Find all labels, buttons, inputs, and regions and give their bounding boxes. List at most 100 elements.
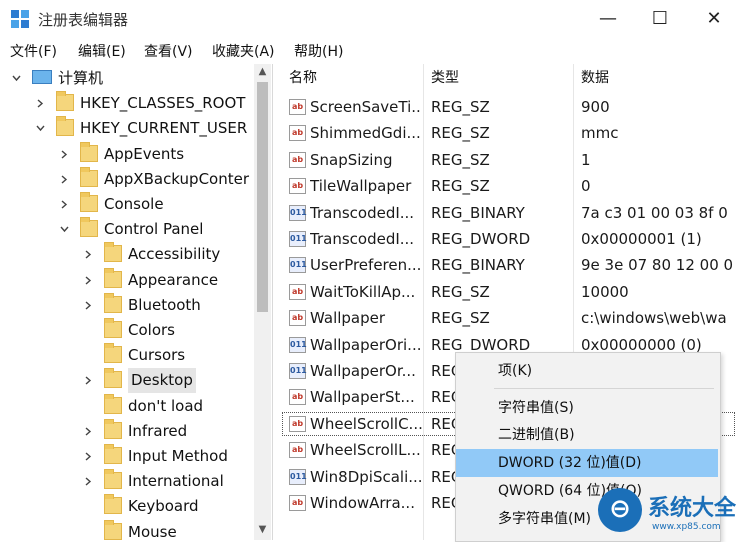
tree-item[interactable]: Appearance <box>0 267 254 293</box>
column-header-data[interactable]: 数据 <box>581 64 609 92</box>
context-menu-item-label: DWORD (32 位)值(D) <box>498 455 642 471</box>
folder-icon <box>104 519 122 540</box>
binary-value-icon: 011 <box>289 363 307 379</box>
tree-item-label: 计算机 <box>58 69 104 87</box>
chevron-right-icon[interactable] <box>84 301 93 310</box>
tree-item-label: AppXBackupConter <box>104 169 249 188</box>
folder-icon <box>104 393 122 414</box>
tree-item[interactable]: Cursors <box>0 343 254 368</box>
column-header-name[interactable]: 名称 <box>289 64 317 92</box>
menu-separator <box>494 388 714 389</box>
registry-key-tree[interactable]: 计算机 HKEY_CLASSES_ROOT HKEY_CURRENT_USER App… <box>0 64 273 540</box>
value-row[interactable]: 011 TranscodedI... REG_DWORD 0x00000001 (1) <box>281 226 736 252</box>
context-menu-item-label: 字符串值(S) <box>498 400 574 416</box>
tree-item-label: HKEY_CLASSES_ROOT <box>80 94 246 113</box>
value-type-cell: REG_SZ <box>431 177 490 196</box>
tree-item[interactable]: AppEvents <box>0 141 254 167</box>
scroll-thumb[interactable] <box>257 82 268 312</box>
chevron-right-icon[interactable] <box>84 276 93 285</box>
menu-help[interactable]: 帮助(H) <box>294 41 343 61</box>
string-value-icon: ab <box>289 99 306 115</box>
tree-item[interactable]: HKEY_CLASSES_ROOT <box>0 91 254 116</box>
tree-item-label: Cursors <box>128 346 186 365</box>
value-type-cell: REG_SZ <box>431 150 490 169</box>
tree-item-label: don't load <box>128 396 204 415</box>
tree-item[interactable]: AppXBackupConter <box>0 166 254 192</box>
maximize-button[interactable]: ☐ <box>638 4 682 34</box>
value-name-cell: TranscodedI... <box>310 203 415 222</box>
tree-item-label: Desktop <box>128 368 196 394</box>
value-row[interactable]: ab ScreenSaveTi... REG_SZ 900 <box>281 94 736 120</box>
scroll-up-icon[interactable]: ▲ <box>257 66 268 77</box>
menu-file[interactable]: 文件(F) <box>10 41 57 61</box>
tree-item[interactable]: Bluetooth <box>0 292 254 318</box>
tree-item-label: Accessibility <box>128 245 221 264</box>
chevron-right-icon[interactable] <box>84 477 93 486</box>
chevron-right-icon[interactable] <box>84 452 93 461</box>
value-row[interactable]: 011 UserPreferen... REG_BINARY 9e 3e 07 80 … <box>281 252 736 278</box>
context-menu-item[interactable]: 二进制值(B) <box>456 421 718 449</box>
value-row[interactable]: ab SnapSizing REG_SZ 1 <box>281 147 736 173</box>
menu-favorites[interactable]: 收藏夹(A) <box>212 41 275 61</box>
folder-icon <box>104 444 122 464</box>
value-name-cell: WallpaperOri... <box>310 335 422 354</box>
tree-item[interactable]: Accessibility <box>0 242 254 267</box>
tree-item[interactable]: Desktop <box>0 368 254 394</box>
chevron-right-icon[interactable] <box>36 99 45 108</box>
menu-edit[interactable]: 编辑(E) <box>78 41 126 61</box>
value-name-cell: ScreenSaveTi... <box>310 98 422 116</box>
chevron-right-icon[interactable] <box>84 250 93 259</box>
tree-item[interactable]: Console <box>0 192 254 217</box>
value-name-cell: WheelScrollL... <box>310 441 421 460</box>
computer-icon <box>32 70 52 84</box>
value-data-cell: mmc <box>581 124 619 143</box>
window-title: 注册表编辑器 <box>38 11 129 29</box>
tree-item-label: Bluetooth <box>128 295 201 314</box>
chevron-right-icon[interactable] <box>60 200 69 209</box>
binary-value-icon: 011 <box>289 204 307 221</box>
binary-value-icon: 011 <box>289 257 307 274</box>
context-menu-item[interactable]: 项(K) <box>456 357 718 385</box>
binary-value-icon: 011 <box>289 468 307 485</box>
column-header-type[interactable]: 类型 <box>431 64 459 92</box>
chevron-down-icon[interactable] <box>12 74 21 83</box>
value-data-cell: 900 <box>581 98 610 116</box>
scroll-down-icon[interactable]: ▼ <box>257 524 268 535</box>
close-button[interactable]: ✕ <box>692 4 736 34</box>
chevron-right-icon[interactable] <box>60 150 69 159</box>
tree-item-label: HKEY_CURRENT_USER <box>80 119 248 138</box>
chevron-right-icon[interactable] <box>84 376 93 385</box>
value-name-cell: WallpaperSt... <box>310 388 415 407</box>
value-data-cell: c:\windows\web\wa <box>581 309 727 328</box>
value-name-cell: WaitToKillAp... <box>310 282 416 301</box>
tree-item[interactable]: International <box>0 469 254 494</box>
tree-item[interactable]: Infrared <box>0 418 254 444</box>
value-row[interactable]: 011 TranscodedI... REG_BINARY 7a c3 01 00 0… <box>281 200 736 226</box>
chevron-down-icon[interactable] <box>36 124 45 133</box>
tree-item[interactable]: 计算机 <box>0 66 254 91</box>
value-row[interactable]: ab ShimmedGdi... REG_SZ mmc <box>281 120 736 146</box>
chevron-right-icon[interactable] <box>84 427 93 436</box>
chevron-down-icon[interactable] <box>60 225 69 234</box>
value-row[interactable]: ab WaitToKillAp... REG_SZ 10000 <box>281 279 736 305</box>
tree-item-label: Control Panel <box>104 220 204 239</box>
folder-icon <box>80 141 98 162</box>
tree-item[interactable]: Colors <box>0 318 254 343</box>
context-menu-item[interactable]: 字符串值(S) <box>456 394 718 422</box>
minimize-button[interactable]: — <box>586 4 630 34</box>
value-row[interactable]: ab TileWallpaper REG_SZ 0 <box>281 173 736 199</box>
tree-item[interactable]: Keyboard <box>0 494 254 519</box>
tree-item[interactable]: HKEY_CURRENT_USER <box>0 116 254 141</box>
tree-item[interactable]: Input Method <box>0 444 254 469</box>
menu-view[interactable]: 查看(V) <box>144 41 193 61</box>
value-name-cell: Wallpaper <box>310 309 386 328</box>
value-row[interactable]: ab Wallpaper REG_SZ c:\windows\web\wa <box>281 305 736 331</box>
tree-item-label: Colors <box>128 321 175 339</box>
tree-item[interactable]: Mouse <box>0 519 254 540</box>
tree-scrollbar[interactable]: ▲ ▼ <box>254 64 271 540</box>
context-menu-item[interactable]: DWORD (32 位)值(D) <box>456 449 718 477</box>
chevron-right-icon[interactable] <box>60 175 69 184</box>
folder-icon <box>104 318 122 338</box>
tree-item[interactable]: don't load <box>0 393 254 419</box>
tree-item[interactable]: Control Panel <box>0 217 254 242</box>
